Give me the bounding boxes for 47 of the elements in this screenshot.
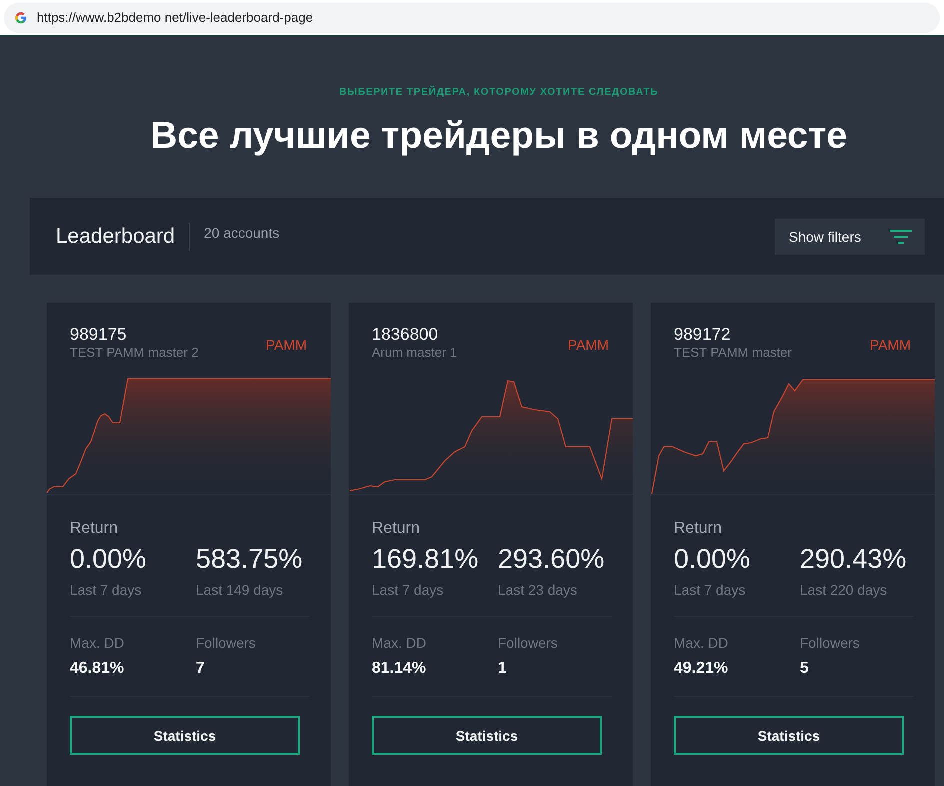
leaderboard-title: Leaderboard xyxy=(56,224,176,248)
max-drawdown-value: 81.14% xyxy=(372,659,428,679)
account-type-label: PAMM xyxy=(870,337,911,353)
return-value: 169.81% xyxy=(372,543,480,575)
address-bar[interactable]: https://www.b2bdemo net/live-leaderboard-page xyxy=(4,2,940,32)
followers-label: Followers xyxy=(498,634,559,652)
account-name: Arum master 1 xyxy=(372,345,458,361)
return-value: 583.75% xyxy=(196,543,304,575)
return-label: Return xyxy=(674,519,724,539)
followers-value: 1 xyxy=(498,659,508,679)
max-drawdown-label: Max. DD xyxy=(674,634,730,652)
period-label: Last 7 days xyxy=(372,581,445,599)
followers-label: Followers xyxy=(800,634,861,652)
account-number: 1836800 xyxy=(372,325,440,345)
return-value: 293.60% xyxy=(498,543,606,575)
account-number: 989172 xyxy=(674,325,732,345)
max-drawdown-value: 46.81% xyxy=(70,659,126,679)
period-label: Last 149 days xyxy=(196,581,284,599)
followers-value: 7 xyxy=(196,659,206,679)
period-label: Last 7 days xyxy=(674,581,747,599)
return-value: 290.43% xyxy=(800,543,908,575)
period-label: Last 220 days xyxy=(800,581,888,599)
account-type-label: PAMM xyxy=(568,337,609,353)
filter-icon xyxy=(890,230,912,244)
max-drawdown-value: 49.21% xyxy=(674,659,730,679)
account-name: TEST PAMM master 2 xyxy=(70,345,199,361)
statistics-button[interactable]: Statistics xyxy=(674,716,904,755)
return-value: 0.00% xyxy=(70,543,148,575)
account-name: TEST PAMM master xyxy=(674,345,792,361)
account-number: 989175 xyxy=(70,325,128,345)
hero-subtitle: ВЫБЕРИТЕ ТРЕЙДЕРА, КОТОРОМУ ХОТИТЕ СЛЕДОВАТЬ xyxy=(340,87,658,99)
statistics-button[interactable]: Statistics xyxy=(372,716,602,755)
account-type-label: PAMM xyxy=(266,337,307,353)
colored-g-icon xyxy=(14,10,28,24)
return-value: 0.00% xyxy=(674,543,752,575)
followers-label: Followers xyxy=(196,634,257,652)
followers-value: 5 xyxy=(800,659,810,679)
max-drawdown-label: Max. DD xyxy=(372,634,428,652)
statistics-button[interactable]: Statistics xyxy=(70,716,300,755)
show-filters-button[interactable]: Show filters xyxy=(775,219,925,255)
return-label: Return xyxy=(70,519,120,539)
return-label: Return xyxy=(372,519,422,539)
period-label: Last 7 days xyxy=(70,581,143,599)
period-label: Last 23 days xyxy=(498,581,578,599)
accounts-count: 20 accounts xyxy=(204,224,280,240)
max-drawdown-label: Max. DD xyxy=(70,634,126,652)
hero-title: Все лучшие трейдеры в одном месте xyxy=(150,113,848,157)
